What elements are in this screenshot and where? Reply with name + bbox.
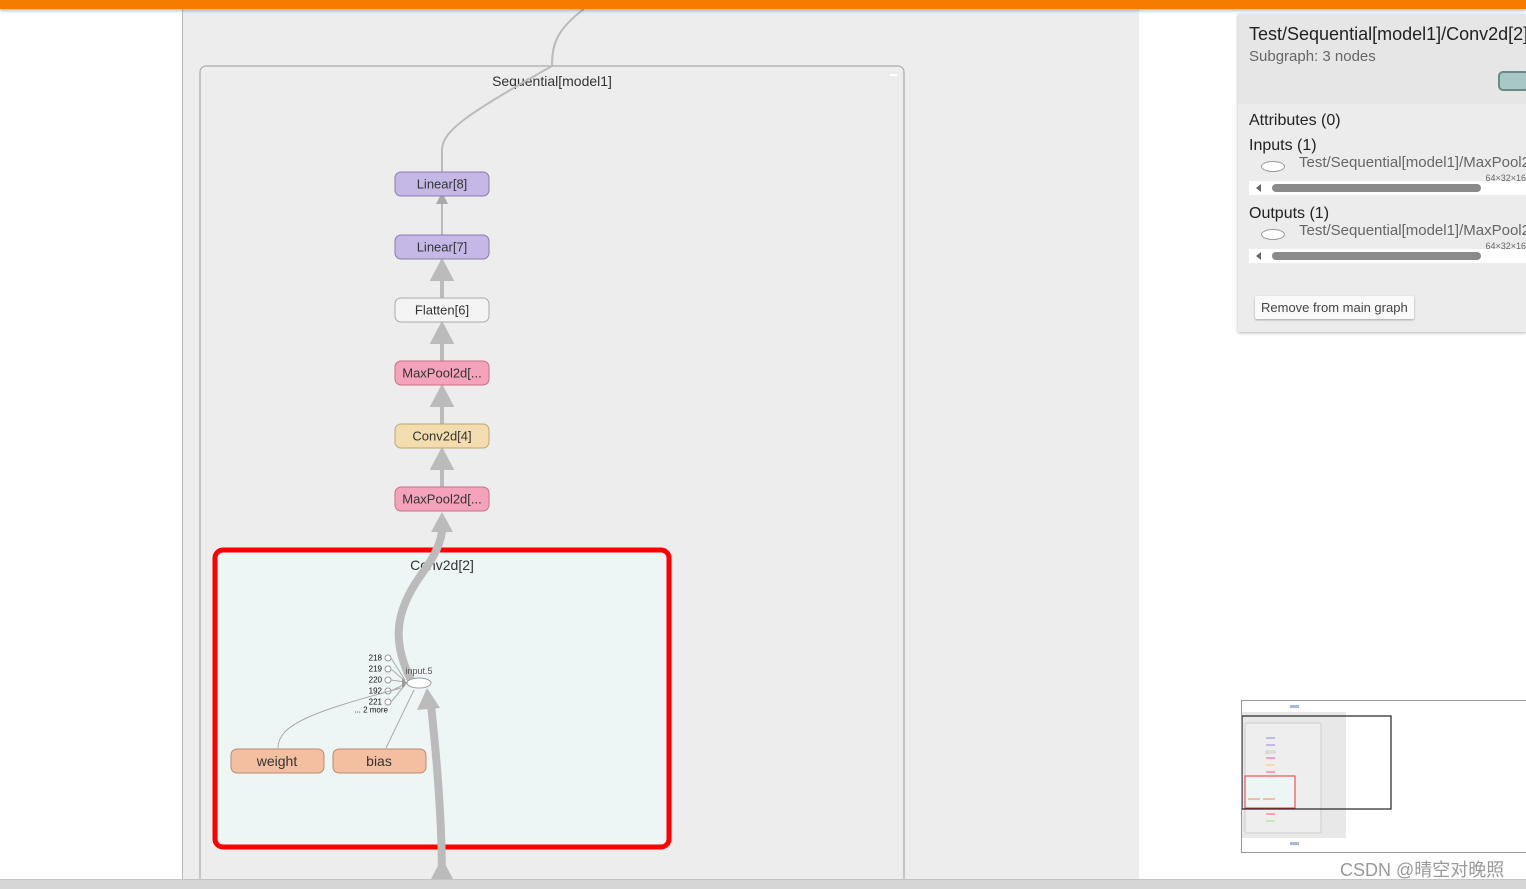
info-subtitle: Subgraph: 3 nodes bbox=[1249, 48, 1376, 65]
node-flatten6[interactable]: Flatten[6] bbox=[394, 297, 490, 323]
node-bias[interactable]: bias bbox=[332, 748, 427, 774]
minimap-node bbox=[1263, 798, 1275, 800]
top-toolbar bbox=[0, 0, 1526, 9]
node-linear8[interactable]: Linear[8] bbox=[394, 171, 490, 197]
op-node-input5[interactable] bbox=[406, 677, 432, 689]
op-node-label: input.5 bbox=[405, 666, 432, 676]
minimap-highlight bbox=[1244, 775, 1296, 809]
tensor-icon bbox=[1261, 161, 1285, 172]
minimap-node bbox=[1266, 771, 1275, 773]
minimap-node bbox=[1266, 813, 1275, 815]
scroll-left-icon bbox=[1256, 184, 1261, 192]
output-item[interactable]: Test/Sequential[model1]/MaxPool2 64×32×1… bbox=[1249, 222, 1526, 251]
group-label-sequential: Sequential[model1] bbox=[492, 73, 612, 89]
node-linear7[interactable]: Linear[7] bbox=[394, 234, 490, 260]
minimap-node bbox=[1265, 750, 1276, 754]
minimap-svg bbox=[1242, 705, 1392, 845]
outputs-scrollbar[interactable] bbox=[1249, 249, 1526, 263]
outputs-label: Outputs (1) bbox=[1249, 205, 1330, 222]
svg-text:MaxPool2d[...: MaxPool2d[... bbox=[402, 366, 482, 381]
minimap-node bbox=[1266, 744, 1275, 746]
scroll-thumb bbox=[1272, 252, 1481, 260]
svg-text:weight: weight bbox=[256, 753, 298, 769]
minimap-node bbox=[1266, 764, 1275, 766]
remove-from-main-graph-button[interactable]: Remove from main graph bbox=[1255, 296, 1414, 319]
node-maxpool3[interactable]: MaxPool2d[... bbox=[394, 486, 490, 512]
graph-canvas[interactable]: Sequential[model1] Linear[8] Linear[7] F… bbox=[182, 9, 1140, 879]
svg-text:Conv2d[4]: Conv2d[4] bbox=[412, 429, 471, 444]
svg-text:Linear[8]: Linear[8] bbox=[417, 177, 468, 192]
svg-text:220: 220 bbox=[369, 676, 383, 685]
tensor-icon bbox=[1261, 229, 1285, 240]
minimap-node bbox=[1248, 798, 1260, 800]
scroll-left-icon bbox=[1256, 252, 1261, 260]
minimap-node bbox=[1266, 820, 1275, 822]
output-name[interactable]: Test/Sequential[model1]/MaxPool2 bbox=[1299, 222, 1526, 239]
node-conv4[interactable]: Conv2d[4] bbox=[394, 423, 490, 449]
node-weight[interactable]: weight bbox=[230, 748, 325, 774]
node-maxpool5[interactable]: MaxPool2d[... bbox=[394, 360, 490, 386]
expand-toggle[interactable] bbox=[1498, 71, 1526, 91]
minimap-node bbox=[1290, 705, 1299, 708]
info-header: Test/Sequential[model1]/Conv2d[2] Subgra… bbox=[1238, 14, 1526, 104]
left-sidebar bbox=[0, 9, 182, 879]
input-item[interactable]: Test/Sequential[model1]/MaxPool2 64×32×1… bbox=[1249, 154, 1526, 183]
attributes-label: Attributes (0) bbox=[1249, 112, 1341, 129]
svg-text:Flatten[6]: Flatten[6] bbox=[415, 303, 469, 318]
inputs-scrollbar[interactable] bbox=[1249, 181, 1526, 195]
svg-text:bias: bias bbox=[366, 753, 392, 769]
svg-text:Linear[7]: Linear[7] bbox=[417, 240, 468, 255]
node-info-panel: Test/Sequential[model1]/Conv2d[2] Subgra… bbox=[1238, 14, 1526, 332]
minimap[interactable] bbox=[1241, 700, 1526, 853]
minimap-node bbox=[1266, 737, 1275, 739]
graph-svg[interactable]: Sequential[model1] Linear[8] Linear[7] F… bbox=[183, 9, 1139, 879]
minimap-node bbox=[1266, 757, 1275, 759]
input-name[interactable]: Test/Sequential[model1]/MaxPool2 bbox=[1299, 154, 1526, 171]
inputs-label: Inputs (1) bbox=[1249, 137, 1317, 154]
svg-text:219: 219 bbox=[369, 665, 383, 674]
minimap-node bbox=[1290, 842, 1299, 845]
svg-text:MaxPool2d[...: MaxPool2d[... bbox=[402, 492, 482, 507]
info-title: Test/Sequential[model1]/Conv2d[2] bbox=[1249, 24, 1526, 44]
more-ports-label: ... 2 more bbox=[354, 706, 388, 715]
svg-text:218: 218 bbox=[369, 654, 383, 663]
svg-text:192: 192 bbox=[369, 687, 383, 696]
edge-top bbox=[551, 9, 585, 67]
scroll-thumb bbox=[1272, 184, 1481, 192]
